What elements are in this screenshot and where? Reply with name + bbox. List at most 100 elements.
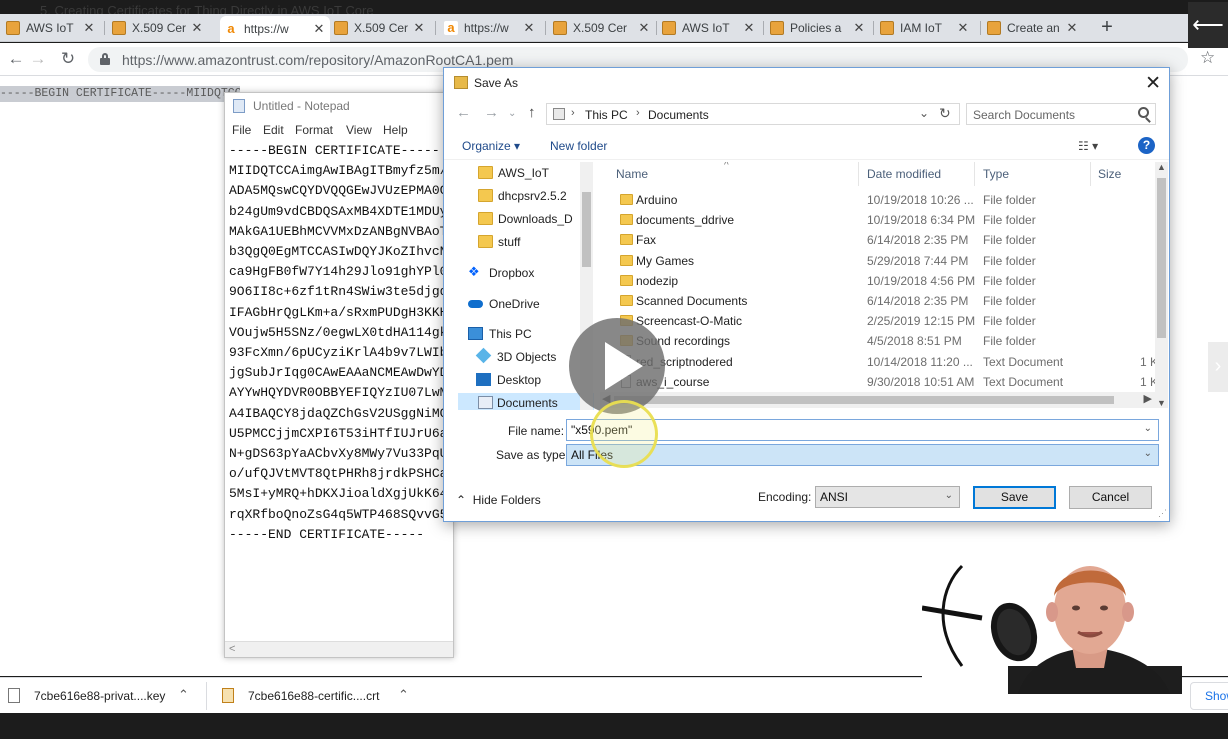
file-row[interactable]: Scanned Documents 6/14/2018 2:35 PM File f… (600, 291, 1157, 311)
breadcrumb-documents[interactable]: Documents (648, 108, 709, 122)
encoding-select[interactable]: ANSI ⌄ (815, 486, 960, 508)
tab-label: AWS IoT (682, 21, 730, 35)
file-row[interactable]: Screencast-O-Matic 2/25/2019 12:15 PM File… (600, 311, 1157, 331)
tab-x509-1[interactable]: X.509 Cer ✕ (108, 16, 208, 40)
up-arrow-icon[interactable]: ↑ (528, 104, 536, 121)
file-row[interactable]: nodezip 10/19/2018 4:56 PM File folder (600, 271, 1157, 291)
organize-button[interactable]: Organize ▾ (462, 139, 520, 153)
file-list-horizontal-scrollbar[interactable]: ◀▶ (600, 392, 1155, 408)
back-arrow-icon[interactable]: ← (6, 49, 26, 69)
url-text: https://www.amazontrust.com/repository/A… (122, 52, 514, 68)
box-icon (987, 21, 1001, 35)
refresh-icon[interactable]: ↻ (939, 105, 951, 122)
nav-item-onedrive[interactable]: OneDrive (458, 294, 594, 314)
file-row[interactable]: red_scriptnodered 10/14/2018 11:20 ... Tex… (600, 352, 1157, 372)
resize-grip-icon[interactable]: ⋰ (1158, 508, 1167, 519)
dialog-toolbar: Organize ▾ New folder ☷ ▾ ? (444, 132, 1169, 160)
menu-view[interactable]: View (346, 123, 372, 137)
tab-iam-iot[interactable]: IAM IoT ✕ (876, 16, 974, 40)
chevron-right-icon[interactable]: › (1208, 342, 1228, 392)
close-icon[interactable]: ✕ (742, 20, 756, 36)
nav-item-documents[interactable]: Documents (458, 393, 594, 410)
search-input[interactable]: Search Documents (966, 103, 1156, 125)
file-icon (8, 688, 20, 703)
menu-file[interactable]: File (232, 123, 251, 137)
tab-create[interactable]: Create an ✕ (983, 16, 1083, 40)
show-all-button[interactable]: Show (1190, 682, 1228, 710)
close-icon[interactable]: ✕ (412, 20, 426, 36)
file-list-vertical-scrollbar[interactable]: ▲ ▼ (1155, 162, 1168, 408)
download-item-private-key[interactable]: 7cbe616e88-privat....key ⌃ (8, 686, 198, 706)
help-icon[interactable]: ? (1138, 137, 1155, 154)
close-icon[interactable]: ✕ (1145, 72, 1161, 95)
file-row[interactable]: Fax 6/14/2018 2:35 PM File folder (600, 230, 1157, 250)
notepad-horizontal-scrollbar[interactable]: < (225, 641, 453, 657)
file-row[interactable]: Sound recordings 4/5/2018 8:51 PM File fol… (600, 331, 1157, 351)
tab-x509-2[interactable]: X.509 Cer ✕ (330, 16, 430, 40)
save-button[interactable]: Save (973, 486, 1056, 509)
nav-item-aws-iot[interactable]: AWS_IoT (458, 163, 594, 183)
column-type[interactable]: Type (983, 167, 1009, 181)
close-icon[interactable]: ✕ (522, 20, 536, 36)
nav-item-label: OneDrive (489, 297, 540, 311)
notepad-text-area[interactable]: -----BEGIN CERTIFICATE----- MIIDQTCCAimgA… (229, 141, 453, 545)
notepad-window[interactable]: Untitled - Notepad File Edit Format View… (224, 92, 454, 658)
forward-arrow-icon[interactable]: → (28, 49, 48, 69)
bookmark-star-icon[interactable]: ☆ (1200, 48, 1215, 68)
chevron-down-icon[interactable]: ⌄ (919, 106, 929, 120)
close-icon[interactable]: ✕ (82, 20, 96, 36)
tab-aws-iot-2[interactable]: AWS IoT ✕ (658, 16, 760, 40)
video-back-arrow-icon[interactable]: ⟵ (1188, 2, 1228, 48)
close-icon[interactable]: ✕ (852, 20, 866, 36)
menu-edit[interactable]: Edit (263, 123, 284, 137)
breadcrumb-this-pc[interactable]: This PC (585, 108, 628, 122)
nav-item-dhcpsrv[interactable]: dhcpsrv2.5.2 (458, 186, 594, 206)
nav-item-this-pc[interactable]: This PC (458, 324, 594, 344)
file-row[interactable]: documents_ddrive 10/19/2018 6:34 PM File f… (600, 210, 1157, 230)
view-options-icon[interactable]: ☷ ▾ (1078, 139, 1098, 153)
back-arrow-icon[interactable]: ← (456, 104, 471, 121)
menu-format[interactable]: Format (295, 123, 333, 137)
column-date-modified[interactable]: Date modified (867, 167, 941, 181)
file-row[interactable]: aws_i_course 9/30/2018 10:51 AM Text Docum… (600, 372, 1157, 392)
tab-aws-iot[interactable]: AWS IoT ✕ (2, 16, 100, 40)
new-tab-plus-icon[interactable]: + (1097, 14, 1117, 42)
recent-locations-icon[interactable]: ⌄ (508, 108, 516, 119)
tab-amazontrust-2[interactable]: a https://w ✕ (440, 16, 540, 40)
tab-x509-3[interactable]: X.509 Cer ✕ (549, 16, 655, 40)
tab-amazontrust-active[interactable]: a https://w ✕ (220, 16, 330, 42)
chevron-up-icon[interactable]: ⌃ (398, 687, 409, 703)
close-icon[interactable]: ✕ (1065, 20, 1079, 36)
close-icon[interactable]: ✕ (637, 20, 651, 36)
browser-tab-strip: AWS IoT ✕ X.509 Cer ✕ a https://w ✕ X.50… (0, 14, 1190, 42)
menu-help[interactable]: Help (383, 123, 408, 137)
sort-up-icon: ^ (724, 162, 729, 171)
chevron-up-icon[interactable]: ⌃ (178, 687, 189, 703)
tab-policies[interactable]: Policies a ✕ (766, 16, 870, 40)
hide-folders-button[interactable]: ⌃ Hide Folders (456, 493, 541, 507)
chevron-down-icon[interactable]: ⌄ (1144, 423, 1152, 434)
save-as-dialog: Save As ✕ ← → ⌄ ↑ › This PC › Documents … (443, 67, 1170, 522)
reload-icon[interactable]: ↻ (58, 49, 78, 69)
close-icon[interactable]: ✕ (312, 21, 326, 37)
file-type: File folder (983, 314, 1036, 329)
nav-item-dropbox[interactable]: ❖ Dropbox (458, 263, 594, 283)
new-folder-button[interactable]: New folder (550, 139, 607, 153)
close-icon[interactable]: ✕ (190, 20, 204, 36)
file-row[interactable]: My Games 5/29/2018 7:44 PM File folder (600, 251, 1157, 271)
file-date: 4/5/2018 8:51 PM (867, 334, 962, 349)
nav-item-downloads-d[interactable]: Downloads_D (458, 209, 594, 229)
close-icon[interactable]: ✕ (956, 20, 970, 36)
cancel-button[interactable]: Cancel (1069, 486, 1152, 509)
save-as-type-label: Save as type: (496, 448, 569, 462)
breadcrumb[interactable]: › This PC › Documents ⌄ ↻ (546, 103, 960, 125)
nav-item-stuff[interactable]: stuff (458, 232, 594, 252)
documents-icon (478, 396, 493, 409)
file-date: 10/19/2018 4:56 PM (867, 273, 976, 288)
file-row[interactable]: Arduino 10/19/2018 10:26 ... File folder (600, 190, 1157, 210)
chevron-down-icon[interactable]: ⌄ (1144, 448, 1152, 459)
column-name[interactable]: Name (616, 167, 648, 181)
column-size[interactable]: Size (1098, 167, 1121, 181)
download-item-certificate[interactable]: 7cbe616e88-certific....crt ⌃ (222, 686, 418, 706)
forward-arrow-icon[interactable]: → (484, 104, 499, 121)
